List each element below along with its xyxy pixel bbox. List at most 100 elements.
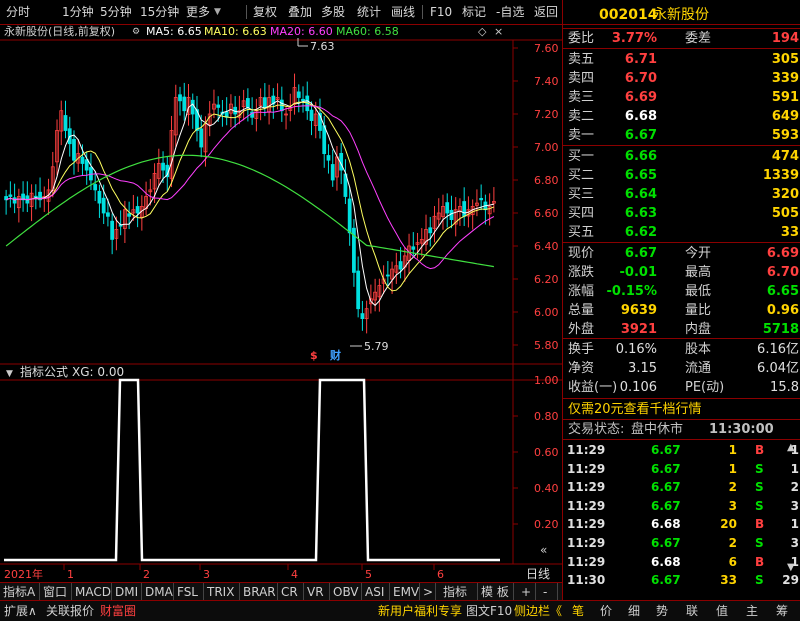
weibi-value: 3.77% — [611, 31, 657, 46]
tick-volume: 1 — [728, 461, 737, 476]
side-tab-trend[interactable]: 势 — [656, 602, 668, 620]
price-tick-label: 7.00 — [534, 141, 559, 154]
tick-volume: 6 — [728, 554, 737, 569]
side-tab-detail[interactable]: 细 — [628, 602, 640, 620]
new-user-promo-link[interactable]: 新用户福利专享 — [378, 602, 462, 620]
related-quotes-button[interactable]: 关联报价 — [46, 602, 94, 620]
candle-body — [72, 138, 76, 161]
tab-fsl[interactable]: FSL — [174, 583, 204, 601]
side-tab-related[interactable]: 联 — [686, 602, 698, 620]
f10-button[interactable]: 图文F10 — [466, 602, 512, 620]
candle-body — [449, 209, 454, 220]
price-tick-label: 5.80 — [534, 339, 559, 352]
candle-body — [322, 125, 327, 154]
btn-f10[interactable]: F10 — [430, 3, 452, 21]
btn-adjust[interactable]: 复权 — [253, 3, 277, 21]
axis-collapse-icon[interactable]: « — [540, 543, 547, 557]
candle-body — [101, 197, 106, 214]
trade-status-time: 11:30:00 — [709, 422, 774, 437]
btn-back[interactable]: 返回 — [534, 3, 558, 21]
weibi-row: 委比 3.77% 委差 194 — [563, 29, 800, 48]
tab-more-arrow[interactable]: > — [420, 583, 436, 601]
stat-value-2: 6.70 — [766, 265, 799, 280]
tab-dma[interactable]: DMA — [142, 583, 174, 601]
tab-dmi[interactable]: DMI — [112, 583, 142, 601]
period-label[interactable]: 日线 — [526, 567, 550, 581]
bid-volume: 320 — [771, 187, 799, 202]
tab-indicator-b[interactable]: 指标B — [440, 583, 478, 617]
tab-cr[interactable]: CR — [278, 583, 304, 601]
side-tab-price[interactable]: 价 — [600, 602, 612, 620]
bid-row: 买五 6.62 33 — [563, 223, 800, 242]
side-tab-main[interactable]: 主 — [746, 602, 758, 620]
side-tab-chips[interactable]: 筹 — [776, 602, 788, 620]
tab-vr[interactable]: VR — [304, 583, 330, 601]
tab-more[interactable]: 更多 — [186, 3, 210, 21]
dividend-marker[interactable]: $ — [310, 349, 318, 362]
candlesticks — [4, 73, 496, 334]
tab-window[interactable]: 窗口 — [40, 583, 72, 601]
zoom-out-button[interactable]: - — [540, 583, 558, 601]
tick-time: 11:29 — [567, 461, 606, 476]
stat-label-2: 内盘 — [685, 322, 712, 337]
tab-indicator-a[interactable]: 指标A — [0, 583, 40, 601]
bid-price: 6.66 — [624, 149, 657, 164]
tab-macd[interactable]: MACD — [72, 583, 112, 601]
expand-button[interactable]: 扩展∧ — [4, 602, 37, 620]
tick-row: 11:29 6.67 2 S 2 — [563, 478, 800, 497]
tick-scrollbar[interactable]: ▲ ▼ — [787, 442, 797, 592]
fund-label: 净资 — [568, 361, 595, 376]
sidebar-toggle[interactable]: 侧边栏《 — [514, 602, 562, 620]
tick-time: 11:29 — [567, 498, 606, 513]
btn-stats[interactable]: 统计 — [357, 3, 381, 21]
stat-value-2: 0.96 — [766, 303, 799, 318]
more-dropdown-icon[interactable]: ▼ — [214, 3, 221, 21]
wealth-circle-button[interactable]: 财富圈 — [100, 602, 136, 620]
kline-chart[interactable]: 7.60 7.40 7.20 7.00 6.80 6.60 6.40 6.20 6.00 5.80… — [0, 24, 562, 582]
indicator-value: XG: 0.00 — [72, 365, 124, 379]
tab-5min[interactable]: 5分钟 — [100, 3, 132, 21]
candle-body — [309, 109, 314, 121]
btn-multi-stock[interactable]: 多股 — [321, 3, 345, 21]
side-tab-value[interactable]: 值 — [716, 602, 728, 620]
indicator-collapse-icon[interactable]: ▼ — [6, 369, 13, 379]
tick-row: 11:29 6.67 1 S 1 — [563, 460, 800, 479]
fund-value: 0.106 — [619, 380, 657, 395]
fund-value-2: 6.04亿 — [757, 361, 799, 376]
tab-trix[interactable]: TRIX — [204, 583, 240, 601]
tab-brar[interactable]: BRAR — [240, 583, 278, 601]
stat-label: 总量 — [568, 303, 595, 318]
bid-price: 6.64 — [624, 187, 657, 202]
tab-obv[interactable]: OBV — [330, 583, 362, 601]
stat-value-2: 5718 — [762, 322, 799, 337]
btn-draw-line[interactable]: 画线 — [391, 3, 415, 21]
side-tab-ticks[interactable]: 笔 — [572, 602, 584, 620]
bid-volume: 474 — [771, 149, 799, 164]
btn-mark[interactable]: 标记 — [462, 3, 486, 21]
price-tick-label: 7.20 — [534, 108, 559, 121]
financial-report-marker[interactable]: 财 — [329, 348, 341, 362]
date-axis: 1 2 3 4 5 6 — [63, 564, 444, 581]
date-month-label: 1 — [67, 568, 74, 581]
tab-template[interactable]: 模 板 — [478, 583, 514, 601]
candle-body — [411, 246, 416, 250]
fund-label-2: 流通 — [685, 361, 712, 376]
tick-price: 6.67 — [651, 461, 681, 476]
promo-row[interactable]: 仅需20元查看千档行情 — [563, 400, 800, 419]
tab-15min[interactable]: 15分钟 — [140, 3, 179, 21]
stat-value: -0.15% — [606, 284, 658, 299]
tick-side: B — [755, 554, 765, 569]
zoom-in-button[interactable]: + — [518, 583, 536, 601]
tab-emv[interactable]: EMV — [390, 583, 420, 601]
ask-row: 卖四 6.70 339 — [563, 69, 800, 88]
btn-overlay[interactable]: 叠加 — [288, 3, 312, 21]
stat-value-2: 6.65 — [766, 284, 799, 299]
tab-intraday[interactable]: 分时 — [6, 3, 30, 21]
tick-time: 11:30 — [567, 573, 606, 588]
tab-asi[interactable]: ASI — [362, 583, 390, 601]
stat-row: 现价 6.67 今开 6.69 — [563, 244, 800, 263]
candle-body — [245, 98, 250, 108]
tick-time: 11:29 — [567, 536, 606, 550]
tab-1min[interactable]: 1分钟 — [62, 3, 94, 21]
btn-watchlist-remove[interactable]: -自选 — [496, 3, 524, 21]
